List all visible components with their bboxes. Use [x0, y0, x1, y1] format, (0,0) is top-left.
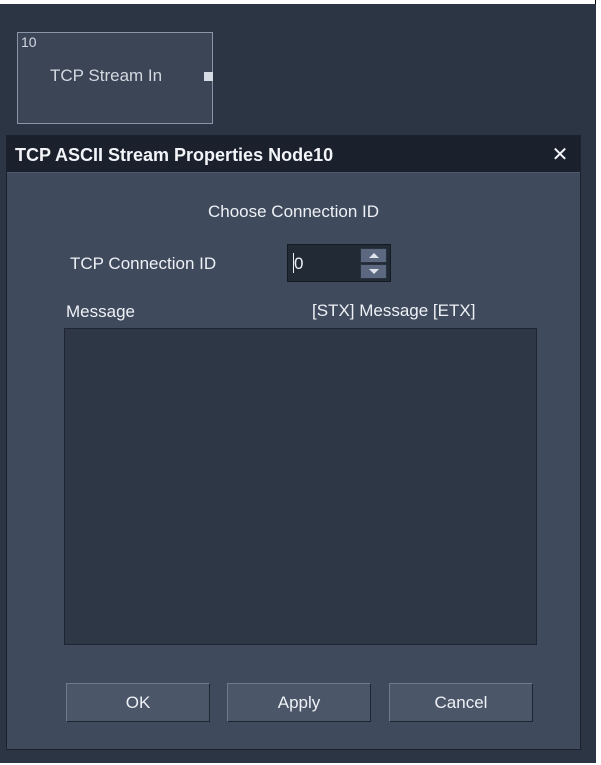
- right-margin: [596, 0, 601, 765]
- message-format-label: [STX] Message [ETX]: [312, 301, 476, 320]
- chevron-up-icon: [369, 253, 379, 258]
- tcp-stream-in-node[interactable]: 10 TCP Stream In: [17, 32, 213, 124]
- dialog-titlebar[interactable]: TCP ASCII Stream Properties Node10 ✕: [7, 136, 580, 173]
- output-port-icon[interactable]: [204, 72, 213, 81]
- chevron-down-icon: [369, 269, 379, 274]
- dialog-heading: Choose Connection ID: [207, 202, 380, 221]
- cancel-button[interactable]: Cancel: [389, 683, 533, 722]
- connection-id-label: TCP Connection ID: [70, 254, 217, 273]
- dialog-title: TCP ASCII Stream Properties Node10: [15, 145, 334, 165]
- message-textarea[interactable]: [64, 328, 537, 645]
- spin-up-button[interactable]: [360, 248, 387, 263]
- connection-id-spinner[interactable]: 0: [287, 244, 391, 282]
- spin-down-button[interactable]: [360, 264, 387, 279]
- close-icon[interactable]: ✕: [550, 145, 570, 165]
- apply-button[interactable]: Apply: [227, 683, 371, 722]
- connection-id-value[interactable]: 0: [294, 254, 303, 274]
- message-label: Message: [66, 302, 135, 321]
- editor-canvas[interactable]: 10 TCP Stream In TCP ASCII Stream Proper…: [0, 4, 601, 763]
- node-id: 10: [21, 34, 37, 50]
- properties-dialog: TCP ASCII Stream Properties Node10 ✕ Cho…: [6, 135, 581, 750]
- node-title: TCP Stream In: [50, 66, 163, 85]
- ok-button[interactable]: OK: [66, 683, 210, 722]
